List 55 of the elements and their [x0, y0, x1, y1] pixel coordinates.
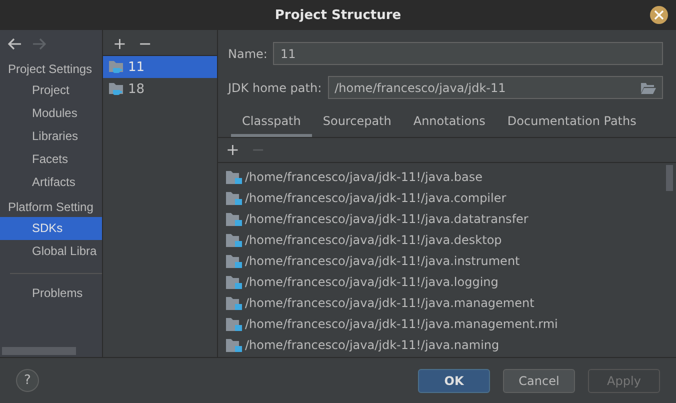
- folder-icon: [226, 274, 242, 288]
- classpath-entry[interactable]: /home/francesco/java/jdk-11!/java.naming: [245, 338, 500, 352]
- classpath-entry[interactable]: /home/francesco/java/jdk-11!/java.management: [245, 296, 534, 310]
- left-arrow-icon: [8, 38, 22, 50]
- dialog-button[interactable]: Cancel: [503, 368, 575, 392]
- add-button[interactable]: +: [111, 33, 128, 55]
- sdk-item[interactable]: 11: [103, 56, 217, 78]
- folder-icon: [226, 254, 242, 268]
- classpath-entry[interactable]: /home/francesco/java/jdk-11!/java.instrument: [245, 254, 520, 268]
- tab[interactable]: Classpath: [231, 109, 312, 137]
- section-heading: Project Settings: [7, 61, 94, 78]
- sidebar-item[interactable]: Artifacts: [0, 171, 102, 194]
- name-label: Name:: [228, 46, 268, 60]
- sidebar-item[interactable]: Libraries: [0, 125, 102, 148]
- classpath-entry[interactable]: /home/francesco/java/jdk-11!/java.datatransfer: [245, 212, 528, 226]
- sidebar-item[interactable]: Problems: [0, 282, 102, 305]
- tab[interactable]: Annotations: [402, 109, 496, 137]
- sdk-item[interactable]: 18: [103, 78, 217, 100]
- folder-icon: [641, 82, 656, 94]
- classpath-entry[interactable]: /home/francesco/java/jdk-11!/java.desktop: [245, 232, 502, 246]
- scrollbar[interactable]: [666, 165, 673, 191]
- classpath-entry[interactable]: /home/francesco/java/jdk-11!/java.base: [245, 170, 483, 184]
- close-button[interactable]: [650, 6, 668, 24]
- tab[interactable]: Documentation Paths: [496, 109, 648, 137]
- scrollbar[interactable]: [2, 347, 76, 355]
- sidebar-item[interactable]: Facets: [0, 148, 102, 171]
- folder-icon: [226, 296, 242, 310]
- sidebar-item[interactable]: Modules: [0, 102, 102, 125]
- folder-icon: [226, 190, 242, 204]
- folder-cup-icon: [109, 82, 125, 96]
- section-heading: Platform Setting: [7, 199, 94, 216]
- classpath-entry[interactable]: /home/francesco/java/jdk-11!/java.compiler: [245, 190, 506, 204]
- add-button[interactable]: +: [224, 140, 242, 160]
- home-path-label: JDK home path:: [228, 80, 322, 94]
- sidebar-item[interactable]: Global Libra: [0, 240, 102, 263]
- folder-icon: [226, 170, 242, 184]
- help-button[interactable]: ?: [16, 369, 39, 392]
- folder-icon: [226, 338, 242, 352]
- home-path-field[interactable]: /home/francesco/java/jdk-11: [328, 76, 663, 99]
- tab[interactable]: Sourcepath: [312, 109, 402, 137]
- back-button[interactable]: [8, 38, 22, 50]
- folder-cup-icon: [109, 60, 125, 74]
- window-title: Project Structure: [274, 8, 402, 22]
- close-icon: [654, 10, 664, 20]
- folder-icon: [226, 316, 242, 330]
- right-arrow-icon: [32, 38, 46, 50]
- folder-icon: [226, 232, 242, 246]
- sidebar-item[interactable]: SDKs: [0, 217, 102, 240]
- classpath-entry[interactable]: /home/francesco/java/jdk-11!/java.management.rmi: [245, 316, 558, 330]
- dialog-button[interactable]: OK: [418, 368, 490, 392]
- remove-button[interactable]: −: [136, 33, 154, 55]
- sidebar-item[interactable]: Project: [0, 79, 102, 102]
- name-field[interactable]: 11: [273, 42, 663, 65]
- folder-icon: [226, 212, 242, 226]
- classpath-entry[interactable]: /home/francesco/java/jdk-11!/java.logging: [245, 274, 498, 288]
